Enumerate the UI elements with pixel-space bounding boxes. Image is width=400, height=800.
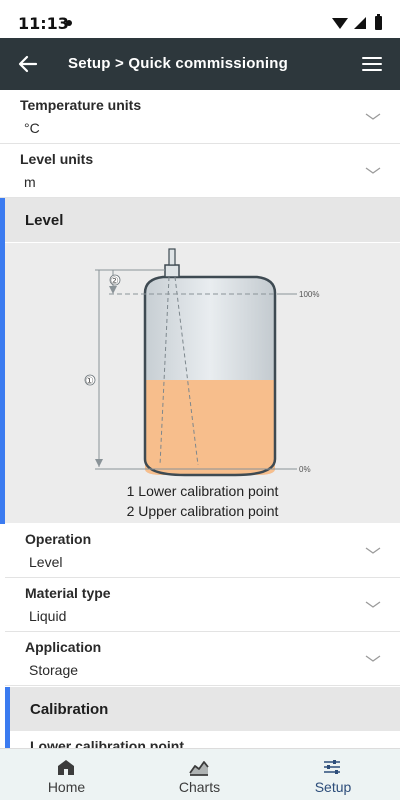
marker-1-label: ① [85, 376, 94, 387]
pct-100-label: 100% [299, 290, 319, 299]
lower-calibration-point-label: Lower calibration point [30, 738, 185, 748]
status-bar: 11:13 [0, 0, 400, 38]
application-field[interactable]: Application Storage [5, 632, 400, 686]
wifi-icon [332, 18, 348, 29]
temperature-units-value: °C [24, 120, 40, 136]
nav-home[interactable]: Home [0, 749, 133, 800]
lower-calibration-point-field[interactable]: Lower calibration point [10, 731, 400, 748]
setup-sliders-icon [324, 760, 340, 774]
level-units-label: Level units [20, 151, 94, 167]
material-type-value: Liquid [29, 608, 67, 624]
temperature-units-field[interactable]: Temperature units °C [0, 90, 400, 144]
chevron-down-icon[interactable] [364, 596, 382, 614]
level-section-title: Level [25, 212, 64, 229]
application-label: Application [25, 639, 102, 655]
level-units-field[interactable]: Level units m [0, 144, 400, 198]
page-title: Setup > Quick commissioning [67, 55, 289, 72]
battery-icon [375, 16, 382, 30]
nav-setup-label: Setup [314, 779, 352, 795]
app-bar: Setup > Quick commissioning [0, 38, 400, 90]
level-section-header[interactable]: Level [5, 198, 400, 242]
bottom-navigation: Home Charts Setup [0, 748, 400, 800]
status-time: 11:13 [18, 14, 69, 33]
chevron-down-icon[interactable] [364, 650, 382, 668]
nav-home-label: Home [47, 779, 86, 795]
tank-liquid [145, 380, 275, 475]
home-icon [58, 760, 74, 775]
chevron-down-icon[interactable] [364, 108, 382, 126]
operation-label: Operation [25, 531, 92, 547]
hamburger-menu-icon[interactable] [360, 52, 384, 76]
radar-sensor-icon [164, 264, 180, 278]
tank-diagram-panel: 100% 0% ① ② [5, 243, 400, 523]
content-scroll-area[interactable]: Temperature units °C Level units m Level [0, 90, 400, 748]
calibration-section-header[interactable]: Calibration [10, 687, 400, 731]
chevron-down-icon[interactable] [364, 162, 382, 180]
temperature-units-label: Temperature units [20, 97, 142, 113]
nav-setup[interactable]: Setup [266, 749, 400, 800]
status-icons [332, 14, 382, 30]
application-value: Storage [29, 662, 79, 678]
pct-0-label: 0% [299, 465, 311, 474]
level-units-value: m [24, 174, 36, 190]
operation-value: Level [29, 554, 63, 570]
diagram-legend-line-2: 2 Upper calibration point [126, 503, 279, 519]
chevron-down-icon[interactable] [364, 542, 382, 560]
nav-charts[interactable]: Charts [133, 749, 266, 800]
operation-field[interactable]: Operation Level [5, 524, 400, 578]
chart-icon [189, 761, 209, 776]
signal-icon [354, 17, 366, 29]
tank-calibration-diagram: 100% 0% ① ② [84, 248, 319, 477]
marker-2-label: ② [110, 276, 119, 287]
nav-charts-label: Charts [178, 779, 221, 795]
notification-dot-icon [66, 20, 72, 26]
diagram-legend-line-1: 1 Lower calibration point [126, 483, 279, 499]
material-type-field[interactable]: Material type Liquid [5, 578, 400, 632]
calibration-section-title: Calibration [30, 701, 109, 718]
material-type-label: Material type [25, 585, 111, 601]
